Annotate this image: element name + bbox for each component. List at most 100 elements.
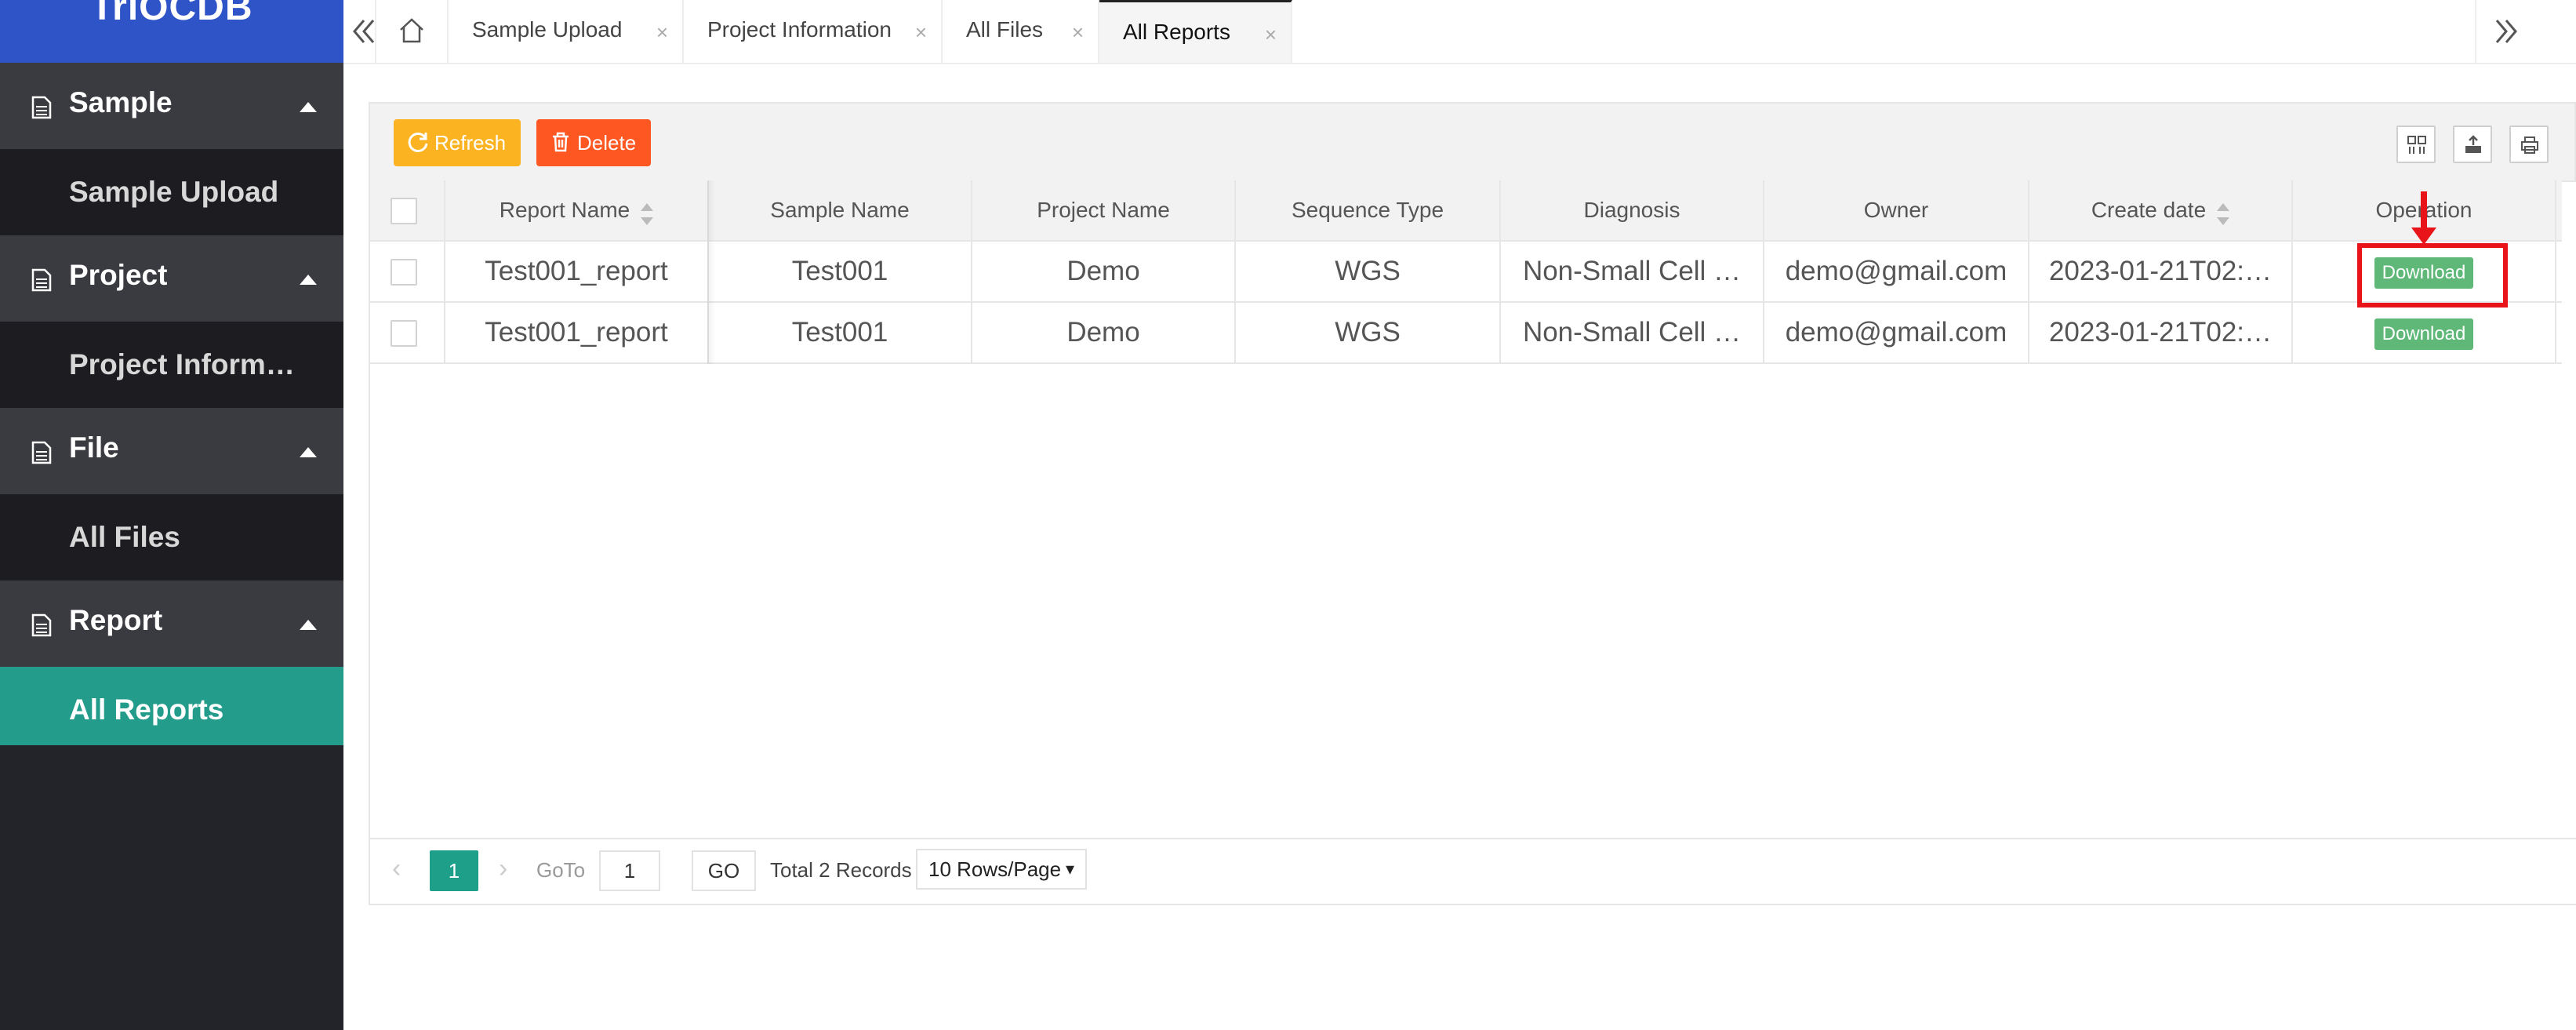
sidebar-group-label: Sample	[69, 86, 173, 118]
home-tab[interactable]	[376, 0, 449, 63]
document-icon	[31, 268, 52, 292]
delete-button[interactable]: Delete	[536, 119, 651, 166]
cell-sequence-type: WGS	[1236, 303, 1501, 362]
table-toolbar: Refresh Delete	[369, 102, 2576, 182]
header-checkbox-cell	[370, 180, 445, 240]
sidebar: TriOCDB Sample Sample Upload Project Pro…	[0, 0, 343, 1030]
header-report-name[interactable]: Report Name	[445, 180, 709, 240]
tab-label: All Files	[966, 17, 1044, 42]
goto-label: GoTo	[536, 858, 586, 882]
row-checkbox[interactable]	[391, 320, 417, 347]
tab-label: Sample Upload	[472, 17, 623, 42]
header-create-date[interactable]: Create date	[2029, 180, 2293, 240]
table-header-row: Report Name Sample Name Project Name Seq…	[370, 180, 2562, 242]
sidebar-group-label: Report	[69, 604, 163, 636]
refresh-label: Refresh	[434, 131, 507, 155]
double-chevron-right-icon	[2495, 20, 2517, 43]
cell-diagnosis: Non-Small Cell …	[1501, 242, 1764, 301]
document-icon	[31, 613, 52, 637]
close-icon[interactable]: ×	[915, 20, 927, 45]
scroll-tabs-left-button[interactable]	[343, 0, 376, 63]
tab-all-reports[interactable]: All Reports ×	[1099, 0, 1292, 63]
cell-project-name: Demo	[972, 242, 1236, 301]
sidebar-group-file[interactable]: File	[0, 408, 343, 494]
sidebar-group-report[interactable]: Report	[0, 581, 343, 667]
pagination: ‹ 1 › GoTo 1 GO Total 2 Records 10 Rows/…	[369, 838, 2576, 905]
sidebar-item-all-reports[interactable]: All Reports	[0, 667, 343, 745]
export-button[interactable]	[2453, 126, 2492, 163]
annotation-highlight-box	[2357, 243, 2508, 308]
refresh-button[interactable]: Refresh	[394, 119, 521, 166]
download-button[interactable]: Download	[2374, 318, 2473, 350]
chevron-down-icon: ▾	[1065, 859, 1074, 879]
sidebar-item-sample-upload[interactable]: Sample Upload	[0, 149, 343, 235]
cell-report-name: Test001_report	[445, 242, 709, 301]
cell-sample-name: Test001	[709, 242, 972, 301]
logo-bar: TriOCDB	[0, 0, 343, 63]
rows-per-page-value: 10 Rows/Page	[928, 857, 1062, 881]
cell-project-name: Demo	[972, 303, 1236, 362]
caret-up-icon	[300, 102, 317, 112]
table-body-frame	[369, 364, 2576, 905]
goto-page-input[interactable]: 1	[599, 850, 660, 891]
cell-operation: Download	[2293, 303, 2556, 362]
delete-label: Delete	[577, 131, 637, 155]
close-icon[interactable]: ×	[1265, 23, 1277, 47]
double-chevron-left-icon	[353, 20, 375, 43]
sort-icon[interactable]	[2217, 202, 2230, 225]
sidebar-item-label: All Reports	[69, 693, 224, 726]
cell-owner: demo@gmail.com	[1764, 242, 2029, 301]
close-icon[interactable]: ×	[656, 20, 668, 45]
table-row: Test001_report Test001 Demo WGS Non-Smal…	[370, 303, 2562, 364]
tab-project-information[interactable]: Project Information ×	[684, 0, 943, 63]
sidebar-item-project-information[interactable]: Project Inform…	[0, 322, 343, 408]
scroll-tabs-right-button[interactable]	[2475, 0, 2576, 63]
cell-create-date: 2023-01-21T02:…	[2029, 303, 2293, 362]
rows-per-page-select[interactable]: 10 Rows/Page ▾	[916, 849, 1087, 890]
reports-table: Report Name Sample Name Project Name Seq…	[369, 180, 2562, 364]
tab-all-files[interactable]: All Files ×	[943, 0, 1099, 63]
cell-diagnosis: Non-Small Cell …	[1501, 303, 1764, 362]
cell-owner: demo@gmail.com	[1764, 303, 2029, 362]
tab-bar: Sample Upload × Project Information × Al…	[343, 0, 2576, 64]
go-button[interactable]: GO	[692, 850, 756, 891]
header-owner: Owner	[1764, 180, 2029, 240]
export-icon	[2465, 135, 2481, 153]
header-diagnosis: Diagnosis	[1501, 180, 1764, 240]
row-checkbox-cell	[370, 303, 445, 362]
tab-sample-upload[interactable]: Sample Upload ×	[449, 0, 684, 63]
row-checkbox[interactable]	[391, 259, 417, 286]
print-icon	[2521, 136, 2538, 154]
cell-create-date: 2023-01-21T02:…	[2029, 242, 2293, 301]
tab-label: All Reports	[1123, 20, 1230, 44]
print-button[interactable]	[2509, 126, 2549, 163]
sidebar-group-project[interactable]: Project	[0, 235, 343, 322]
select-all-checkbox[interactable]	[391, 198, 417, 224]
close-icon[interactable]: ×	[1072, 20, 1084, 45]
header-sequence-type: Sequence Type	[1236, 180, 1501, 240]
document-icon	[31, 96, 52, 119]
annotation-arrow	[2411, 191, 2436, 245]
table-row: Test001_report Test001 Demo WGS Non-Smal…	[370, 242, 2562, 303]
sidebar-item-label: Project Inform…	[69, 348, 295, 380]
cell-sample-name: Test001	[709, 303, 972, 362]
home-icon	[400, 18, 423, 43]
column-filter-button[interactable]	[2396, 126, 2436, 163]
document-icon	[31, 441, 52, 464]
sidebar-group-sample[interactable]: Sample	[0, 63, 343, 149]
sidebar-item-label: Sample Upload	[69, 176, 279, 208]
sort-icon[interactable]	[641, 202, 654, 225]
next-page-icon[interactable]: ›	[499, 853, 507, 884]
sidebar-group-label: File	[69, 431, 119, 464]
sidebar-group-label: Project	[69, 259, 168, 291]
row-checkbox-cell	[370, 242, 445, 301]
prev-page-icon[interactable]: ‹	[392, 853, 401, 884]
cell-report-name: Test001_report	[445, 303, 709, 362]
total-records-text: Total 2 Records	[770, 858, 912, 882]
cell-sequence-type: WGS	[1236, 242, 1501, 301]
header-sample-name: Sample Name	[709, 180, 972, 240]
page-number-current[interactable]: 1	[430, 850, 478, 891]
frozen-column-shadow	[707, 180, 715, 364]
sidebar-item-all-files[interactable]: All Files	[0, 494, 343, 581]
caret-up-icon	[300, 447, 317, 457]
